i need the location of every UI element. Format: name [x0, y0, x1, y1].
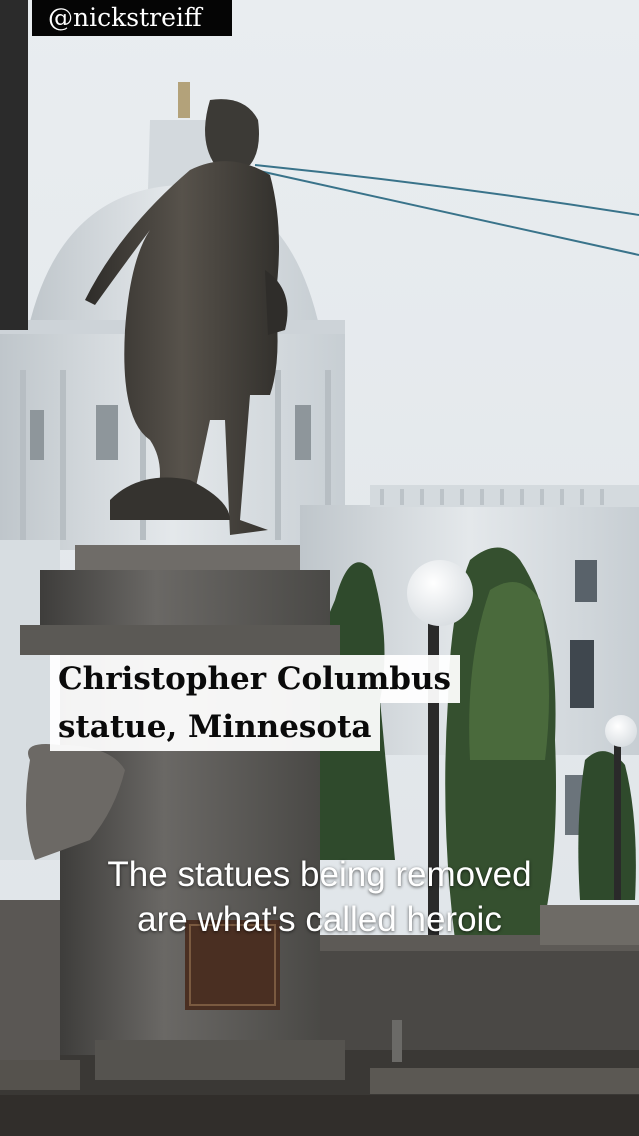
subtitle-caption: The statues being removed are what's cal… — [0, 852, 639, 942]
video-frame[interactable]: @nickstreiff Christopher Columbus statue… — [0, 0, 639, 1136]
lower-third-line-1: Christopher Columbus — [50, 655, 460, 703]
creator-handle-text: @nickstreiff — [48, 3, 202, 32]
statue-pedestal — [20, 545, 345, 1080]
lower-third-line-2: statue, Minnesota — [50, 703, 381, 751]
scene-photo — [0, 0, 639, 1136]
subtitle-line-2: are what's called heroic — [137, 900, 502, 939]
subtitle-line-1: The statues being removed — [107, 855, 532, 894]
location-lower-third: Christopher Columbus statue, Minnesota — [50, 655, 460, 751]
creator-handle-badge: @nickstreiff — [32, 0, 232, 36]
